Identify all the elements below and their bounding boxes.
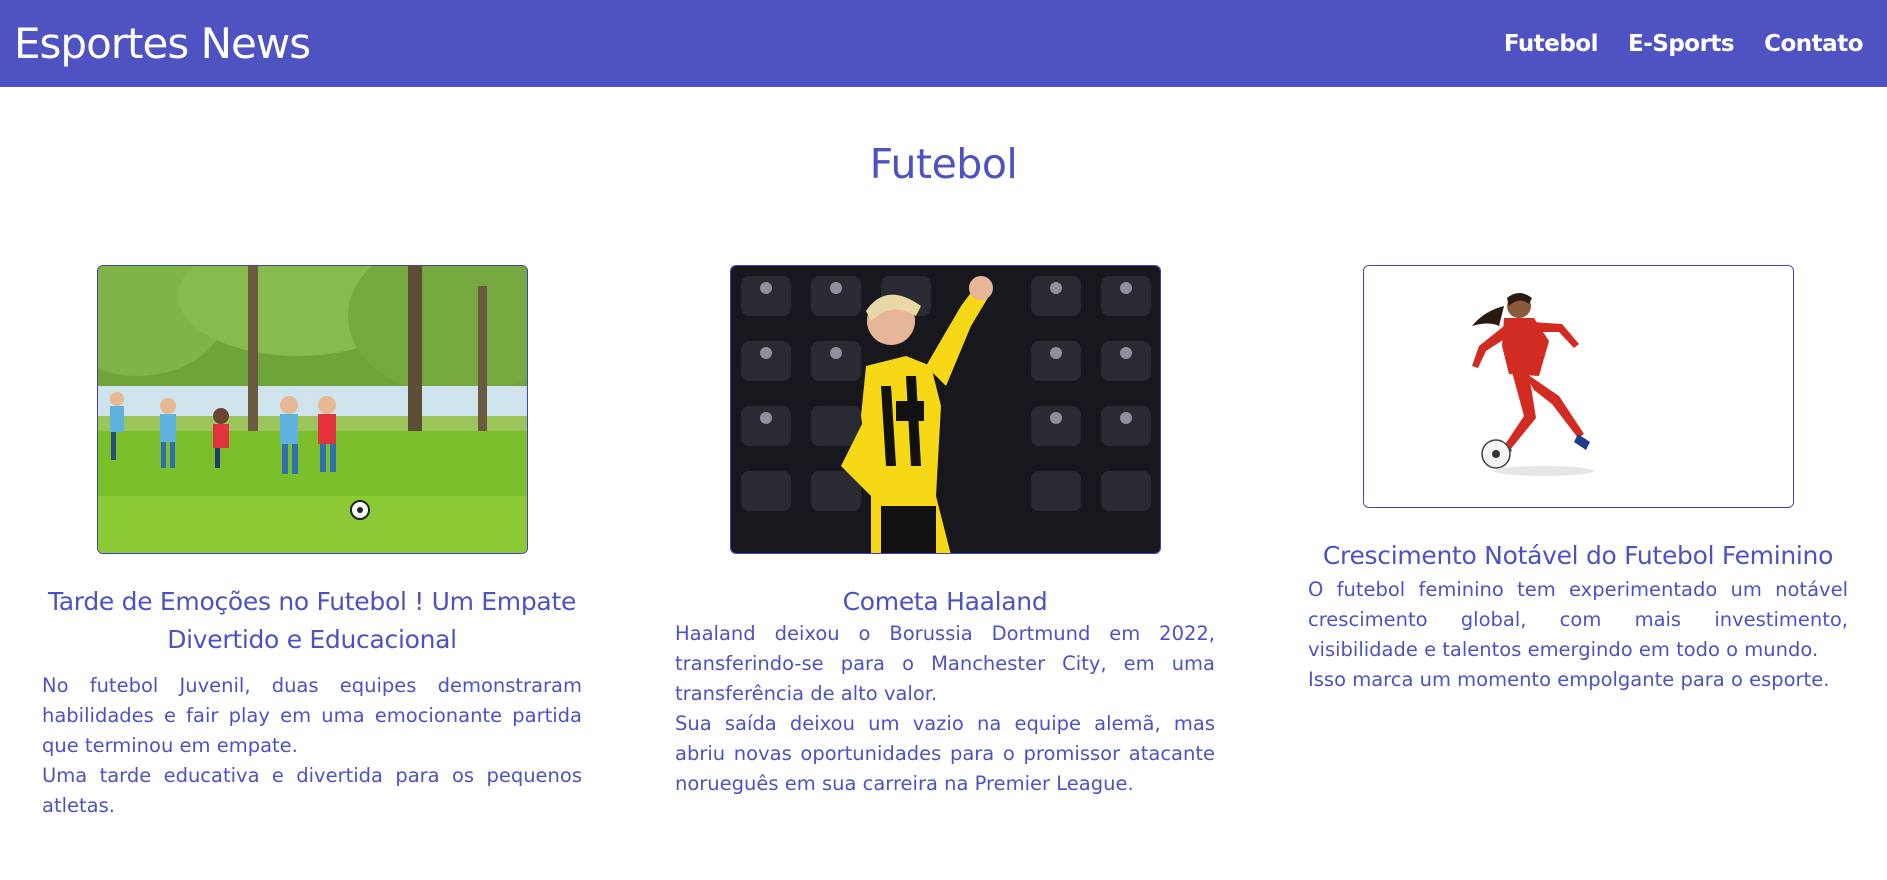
news-card-title[interactable]: Tarde de Emoções no Futebol ! Um Empate … (42, 583, 582, 659)
news-card-image[interactable] (1363, 265, 1794, 508)
nav-link-futebol[interactable]: Futebol (1504, 31, 1599, 57)
main-nav: Futebol E-Sports Contato (1504, 31, 1864, 57)
news-card-paragraph: Uma tarde educativa e divertida para os … (42, 764, 582, 817)
female-player-photo (1364, 266, 1793, 507)
news-card-3: Crescimento Notável do Futebol Feminino … (1308, 265, 1848, 785)
news-card-title[interactable]: Cometa Haaland (675, 583, 1215, 621)
news-card-1: Tarde de Emoções no Futebol ! Um Empate … (42, 265, 582, 825)
news-card-image[interactable] (97, 265, 528, 554)
news-card-image[interactable] (730, 265, 1161, 554)
site-brand[interactable]: Esportes News (14, 19, 311, 68)
news-card-paragraph: Haaland deixou o Borussia Dortmund em 20… (675, 622, 1215, 705)
news-card-paragraph: Sua saída deixou um vazio na equipe alem… (675, 712, 1215, 795)
top-navbar: Esportes News Futebol E-Sports Contato (0, 0, 1887, 87)
news-card-body: No futebol Juvenil, duas equipes demonst… (42, 671, 582, 821)
haaland-photo (731, 266, 1160, 553)
nav-link-contato[interactable]: Contato (1764, 31, 1863, 57)
nav-link-esports[interactable]: E-Sports (1628, 31, 1735, 57)
news-card-body: O futebol feminino tem experimentado um … (1308, 575, 1848, 695)
news-card-title[interactable]: Crescimento Notável do Futebol Feminino (1308, 537, 1848, 575)
section-title: Futebol (869, 140, 1018, 188)
news-card-paragraph: No futebol Juvenil, duas equipes demonst… (42, 674, 582, 757)
kids-football-photo (98, 266, 527, 553)
news-card-paragraph: Isso marca um momento empolgante para o … (1308, 668, 1830, 691)
news-card-body: Haaland deixou o Borussia Dortmund em 20… (675, 619, 1215, 799)
news-card-paragraph: O futebol feminino tem experimentado um … (1308, 578, 1848, 661)
news-card-2: Cometa Haaland Haaland deixou o Borussia… (675, 265, 1215, 845)
